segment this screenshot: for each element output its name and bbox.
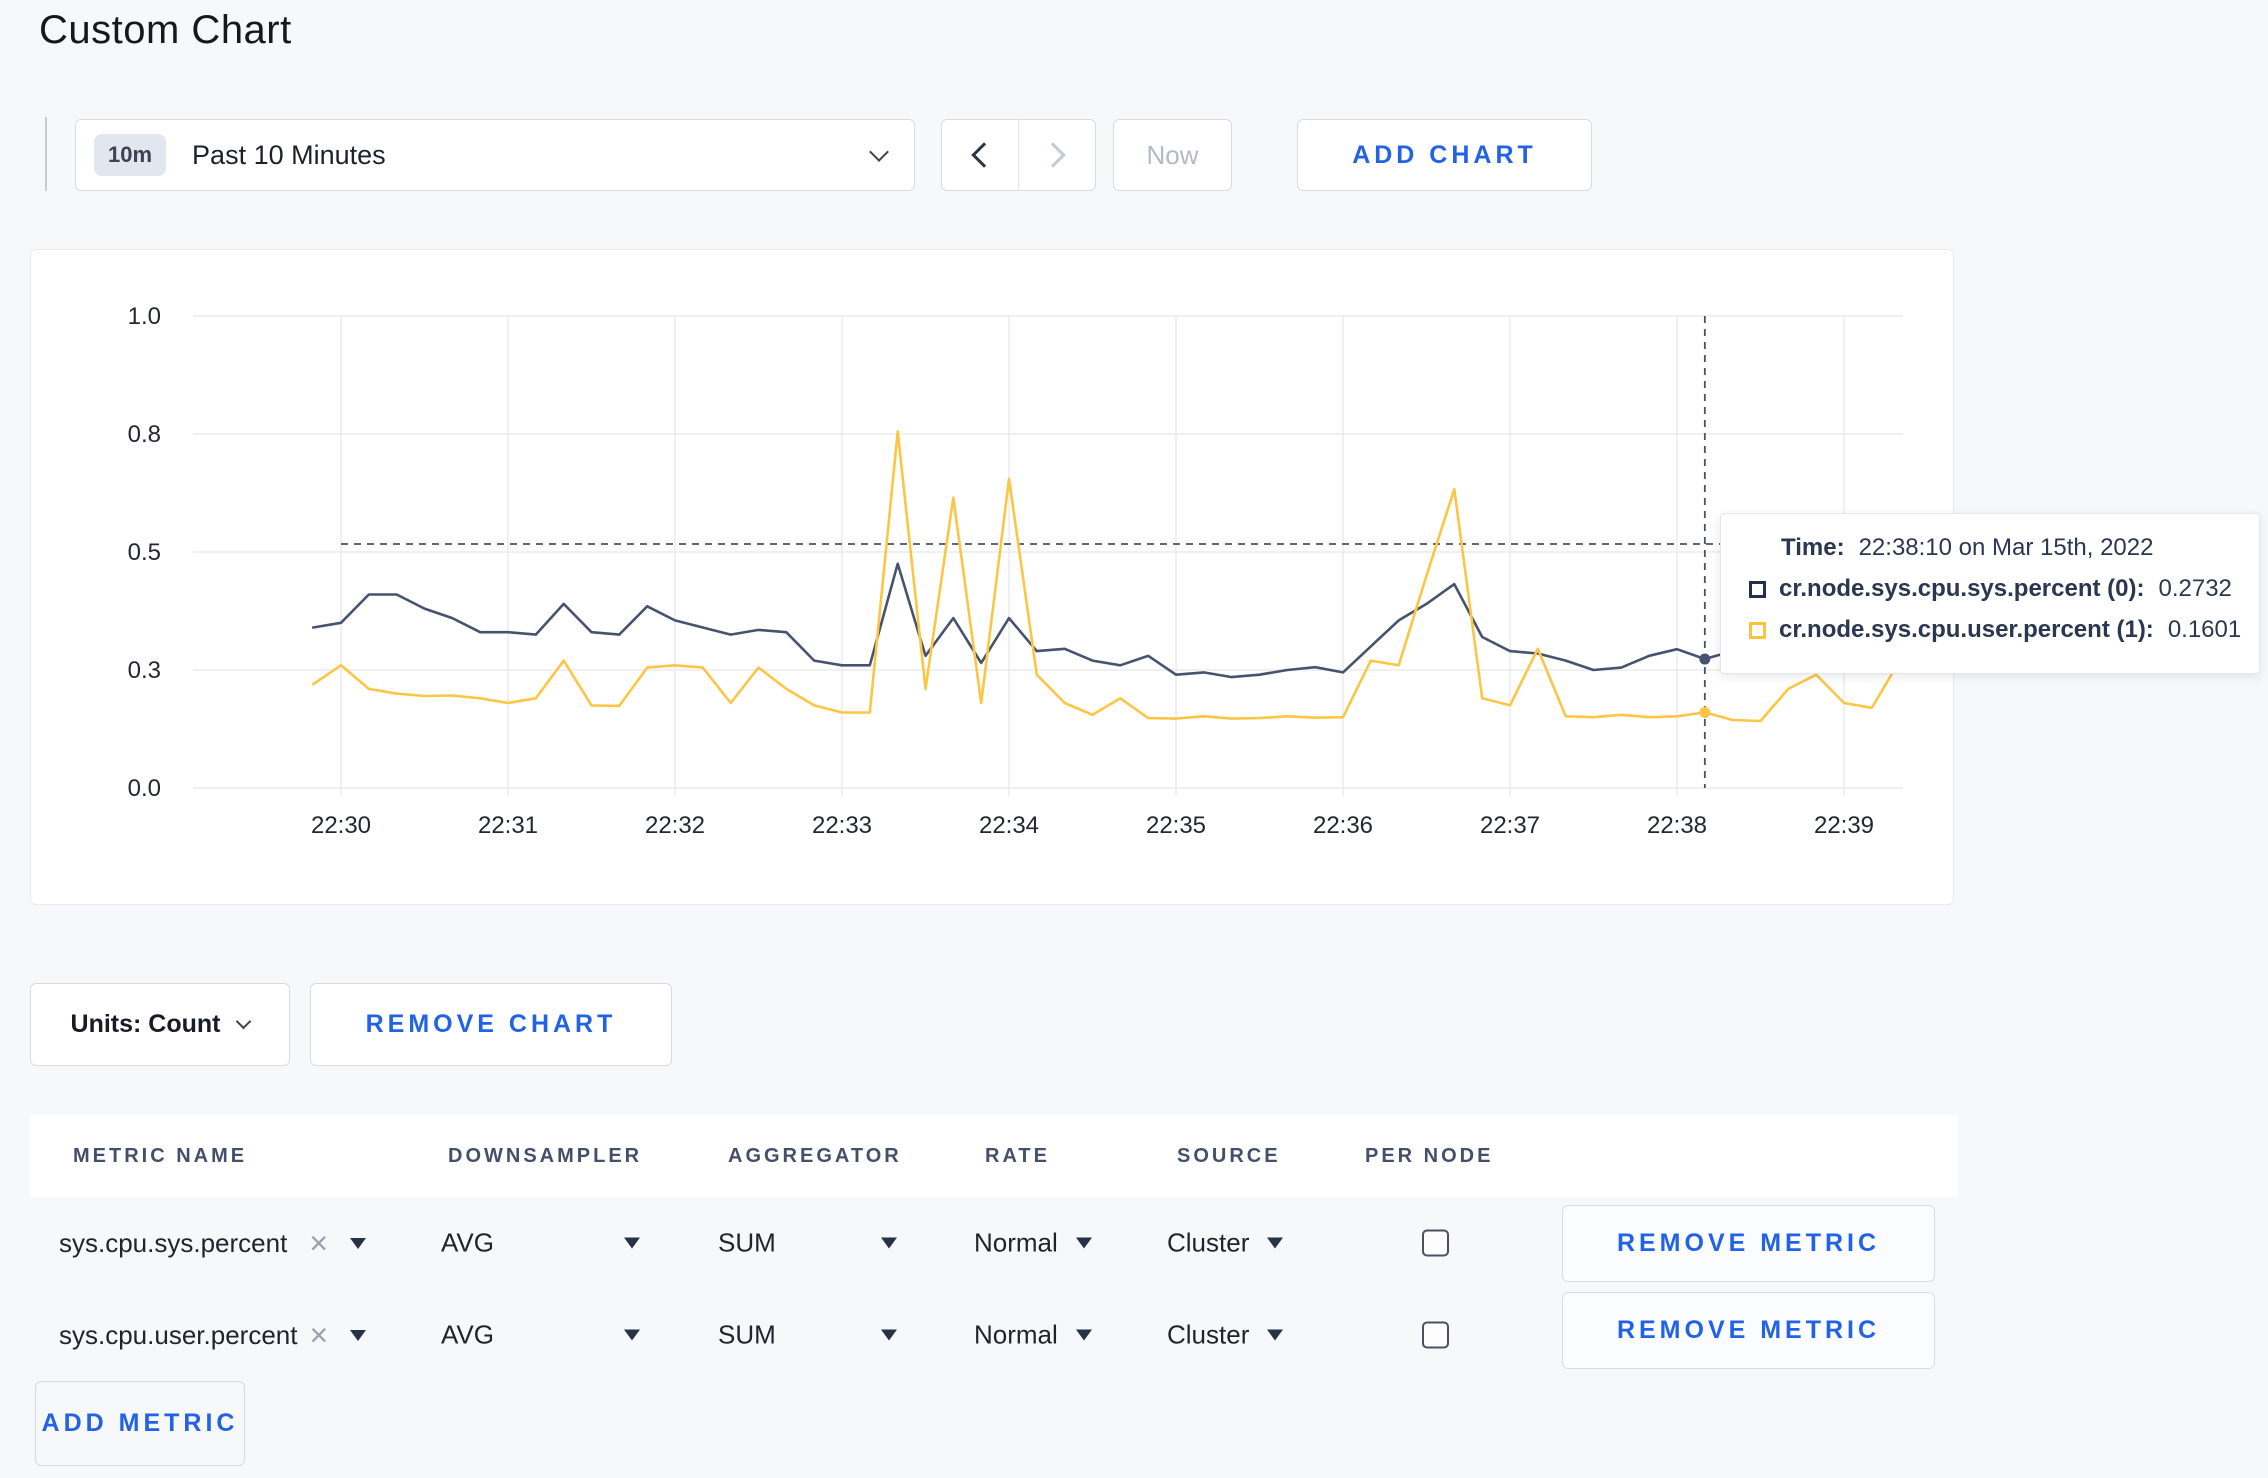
table-row: sys.cpu.user.percent × AVG SUM Normal Cl…	[30, 1289, 1958, 1381]
header-rate: RATE	[985, 1144, 1050, 1167]
header-metric-name: METRIC NAME	[73, 1144, 248, 1167]
source-dropdown[interactable]: Cluster	[1167, 1320, 1284, 1351]
remove-metric-name-icon[interactable]: ×	[309, 1227, 328, 1259]
caret-down-icon	[350, 1237, 366, 1249]
series-line	[311, 562, 1901, 679]
caret-down-icon	[623, 1329, 640, 1341]
caret-down-icon	[1267, 1329, 1284, 1341]
y-tick-label: 0.0	[128, 775, 161, 802]
metric-name-dropdown[interactable]: sys.cpu.user.percent ×	[59, 1319, 367, 1351]
remove-metric-name-icon[interactable]: ×	[309, 1319, 328, 1351]
units-dropdown[interactable]: Units: Count	[30, 983, 290, 1066]
caret-down-icon	[1075, 1329, 1092, 1341]
tooltip-series-user-value: 0.1601	[2167, 616, 2242, 643]
page-title: Custom Chart	[39, 8, 292, 52]
tooltip-series-sys-value: 0.2732	[2158, 575, 2232, 602]
y-tick-label: 0.8	[128, 421, 161, 448]
y-tick-label: 0.3	[128, 657, 161, 684]
tooltip-time-label: Time:	[1781, 534, 1845, 561]
series-line	[311, 430, 1901, 723]
rate-dropdown[interactable]: Normal	[974, 1320, 1092, 1351]
hover-point	[1699, 706, 1711, 718]
chevron-left-icon	[971, 142, 997, 168]
time-range-label: Past 10 Minutes	[192, 139, 386, 170]
header-aggregator: AGGREGATOR	[728, 1144, 902, 1167]
caret-down-icon	[1075, 1237, 1092, 1249]
aggregator-dropdown[interactable]: SUM	[718, 1320, 897, 1351]
remove-chart-button[interactable]: REMOVE CHART	[310, 983, 672, 1066]
caret-down-icon	[880, 1237, 897, 1249]
now-button[interactable]: Now	[1113, 119, 1232, 191]
chart-tooltip: Time: 22:38:10 on Mar 15th, 2022 cr.node…	[1720, 513, 2260, 674]
previous-time-button[interactable]	[941, 119, 1019, 191]
header-downsampler: DOWNSAMPLER	[448, 1144, 643, 1167]
x-tick-label: 22:32	[645, 812, 705, 839]
x-tick-label: 22:39	[1814, 812, 1874, 839]
caret-down-icon	[623, 1237, 640, 1249]
x-tick-label: 22:38	[1647, 812, 1707, 839]
tooltip-series-sys-label: cr.node.sys.cpu.sys.percent (0):	[1779, 575, 2145, 602]
x-tick-label: 22:34	[979, 812, 1039, 839]
x-tick-label: 22:30	[311, 812, 371, 839]
tooltip-series-user-label: cr.node.sys.cpu.user.percent (1):	[1779, 616, 2154, 643]
x-tick-label: 22:36	[1313, 812, 1373, 839]
x-tick-label: 22:35	[1146, 812, 1206, 839]
downsampler-dropdown[interactable]: AVG	[441, 1320, 640, 1351]
metric-name-dropdown[interactable]: sys.cpu.sys.percent ×	[59, 1227, 366, 1259]
chevron-right-icon	[1040, 142, 1066, 168]
time-range-dropdown[interactable]: 10m Past 10 Minutes	[75, 119, 915, 191]
metrics-table-header: METRIC NAME DOWNSAMPLER AGGREGATOR RATE …	[30, 1115, 1958, 1197]
x-tick-label: 22:31	[478, 812, 538, 839]
table-row: sys.cpu.sys.percent × AVG SUM Normal Clu…	[30, 1197, 1958, 1289]
hover-point	[1699, 653, 1711, 665]
header-per-node: PER NODE	[1365, 1144, 1494, 1167]
y-tick-label: 0.5	[128, 539, 161, 566]
caret-down-icon	[1267, 1237, 1284, 1249]
next-time-button[interactable]	[1018, 119, 1096, 191]
timeseries-chart[interactable]: 1.0 0.8 0.5 0.3 0.0 22:30 22:31 22:32 22:33 22:34…	[31, 250, 1952, 903]
remove-metric-button[interactable]: REMOVE METRIC	[1562, 1205, 1935, 1282]
source-dropdown[interactable]: Cluster	[1167, 1228, 1284, 1259]
rate-dropdown[interactable]: Normal	[974, 1228, 1092, 1259]
x-tick-label: 22:37	[1480, 812, 1540, 839]
units-label: Units: Count	[70, 1010, 221, 1038]
toolbar-divider	[45, 117, 47, 191]
aggregator-dropdown[interactable]: SUM	[718, 1228, 897, 1259]
chart-panel: 1.0 0.8 0.5 0.3 0.0 22:30 22:31 22:32 22:33 22:34…	[30, 249, 1954, 905]
per-node-checkbox[interactable]	[1422, 1321, 1449, 1349]
tooltip-time-value: 22:38:10 on Mar 15th, 2022	[1858, 534, 2154, 561]
caret-down-icon	[350, 1329, 367, 1341]
header-source: SOURCE	[1177, 1144, 1281, 1167]
caret-down-icon	[880, 1329, 897, 1341]
series-user-swatch-icon	[1749, 621, 1766, 639]
add-metric-button[interactable]: ADD METRIC	[35, 1381, 245, 1466]
chevron-down-icon	[869, 141, 889, 162]
x-tick-label: 22:33	[812, 812, 872, 839]
series-sys-swatch-icon	[1749, 580, 1766, 598]
time-range-badge: 10m	[94, 134, 167, 176]
chevron-down-icon	[236, 1013, 252, 1029]
remove-metric-button[interactable]: REMOVE METRIC	[1562, 1292, 1935, 1369]
downsampler-dropdown[interactable]: AVG	[441, 1228, 640, 1259]
y-tick-label: 1.0	[128, 303, 161, 330]
add-chart-button[interactable]: ADD CHART	[1297, 119, 1592, 191]
per-node-checkbox[interactable]	[1422, 1229, 1449, 1257]
